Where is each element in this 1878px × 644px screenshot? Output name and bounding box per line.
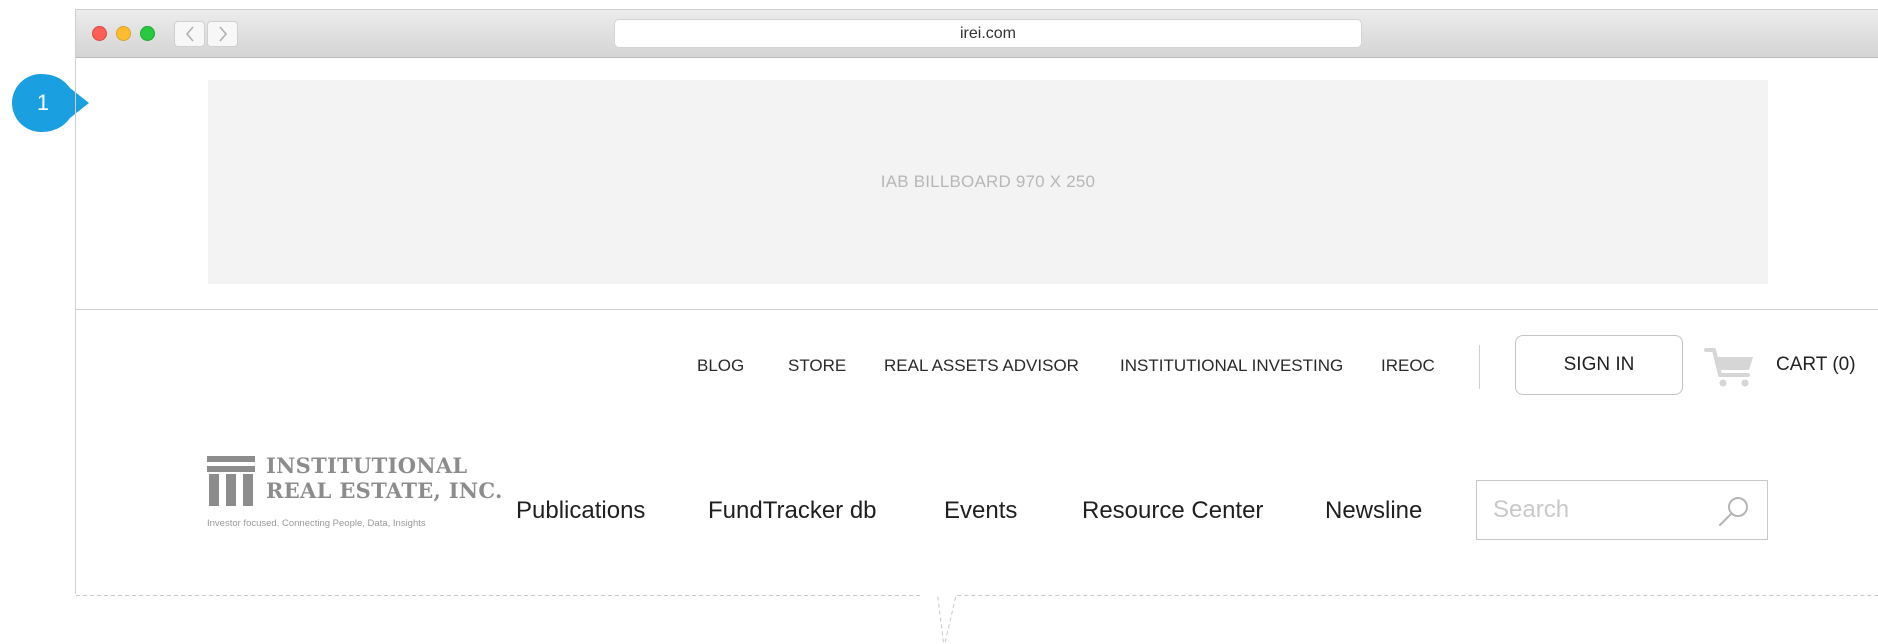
forward-button[interactable]: [207, 21, 238, 47]
util-nav-real-assets-advisor[interactable]: REAL ASSETS ADVISOR: [884, 356, 1079, 376]
util-nav-blog[interactable]: BLOG: [697, 356, 744, 376]
search-box: [1476, 480, 1768, 540]
main-nav-publications[interactable]: Publications: [516, 497, 645, 525]
util-nav-store[interactable]: STORE: [788, 356, 846, 376]
billboard-ad[interactable]: IAB BILLBOARD 970 X 250: [208, 80, 1768, 284]
browser-window: irei.com IAB BILLBOARD 970 X 250 BLOG ST…: [75, 9, 1878, 644]
minimize-window-button[interactable]: [116, 26, 131, 41]
browser-titlebar: irei.com: [76, 10, 1878, 58]
search-input[interactable]: [1493, 493, 1713, 527]
maximize-window-button[interactable]: [140, 26, 155, 41]
cart-label[interactable]: CART (0): [1776, 354, 1856, 376]
header-divider: [76, 309, 1878, 310]
address-bar[interactable]: irei.com: [614, 19, 1362, 48]
main-nav-events[interactable]: Events: [944, 497, 1017, 525]
chevron-left-icon: [185, 26, 194, 42]
util-nav-ireoc[interactable]: IREOC: [1381, 356, 1435, 376]
main-nav-newsline[interactable]: Newsline: [1325, 497, 1422, 525]
main-nav-fundtracker-db[interactable]: FundTracker db: [708, 497, 877, 525]
util-nav-institutional-investing[interactable]: INSTITUTIONAL INVESTING: [1120, 356, 1343, 376]
sign-in-button[interactable]: SIGN IN: [1515, 335, 1683, 395]
util-nav-separator: [1479, 345, 1480, 389]
logo-building-icon: [207, 456, 255, 506]
chevron-right-icon: [218, 26, 227, 42]
close-window-button[interactable]: [92, 26, 107, 41]
cart-icon[interactable]: [1704, 345, 1756, 389]
logo-wordmark: INSTITUTIONAL REAL ESTATE, INC.: [266, 453, 503, 503]
back-button[interactable]: [174, 21, 205, 47]
company-logo[interactable]: INSTITUTIONAL REAL ESTATE, INC. Investor…: [207, 453, 502, 529]
dropdown-callout-line: [76, 595, 1878, 644]
logo-line-1: INSTITUTIONAL: [266, 453, 468, 478]
logo-line-2: REAL ESTATE, INC.: [266, 478, 503, 503]
main-nav-resource-center[interactable]: Resource Center: [1082, 497, 1263, 525]
logo-tagline: Investor focused. Connecting People, Dat…: [207, 518, 426, 529]
annotation-number: 1: [36, 90, 50, 115]
search-icon[interactable]: [1717, 495, 1751, 527]
